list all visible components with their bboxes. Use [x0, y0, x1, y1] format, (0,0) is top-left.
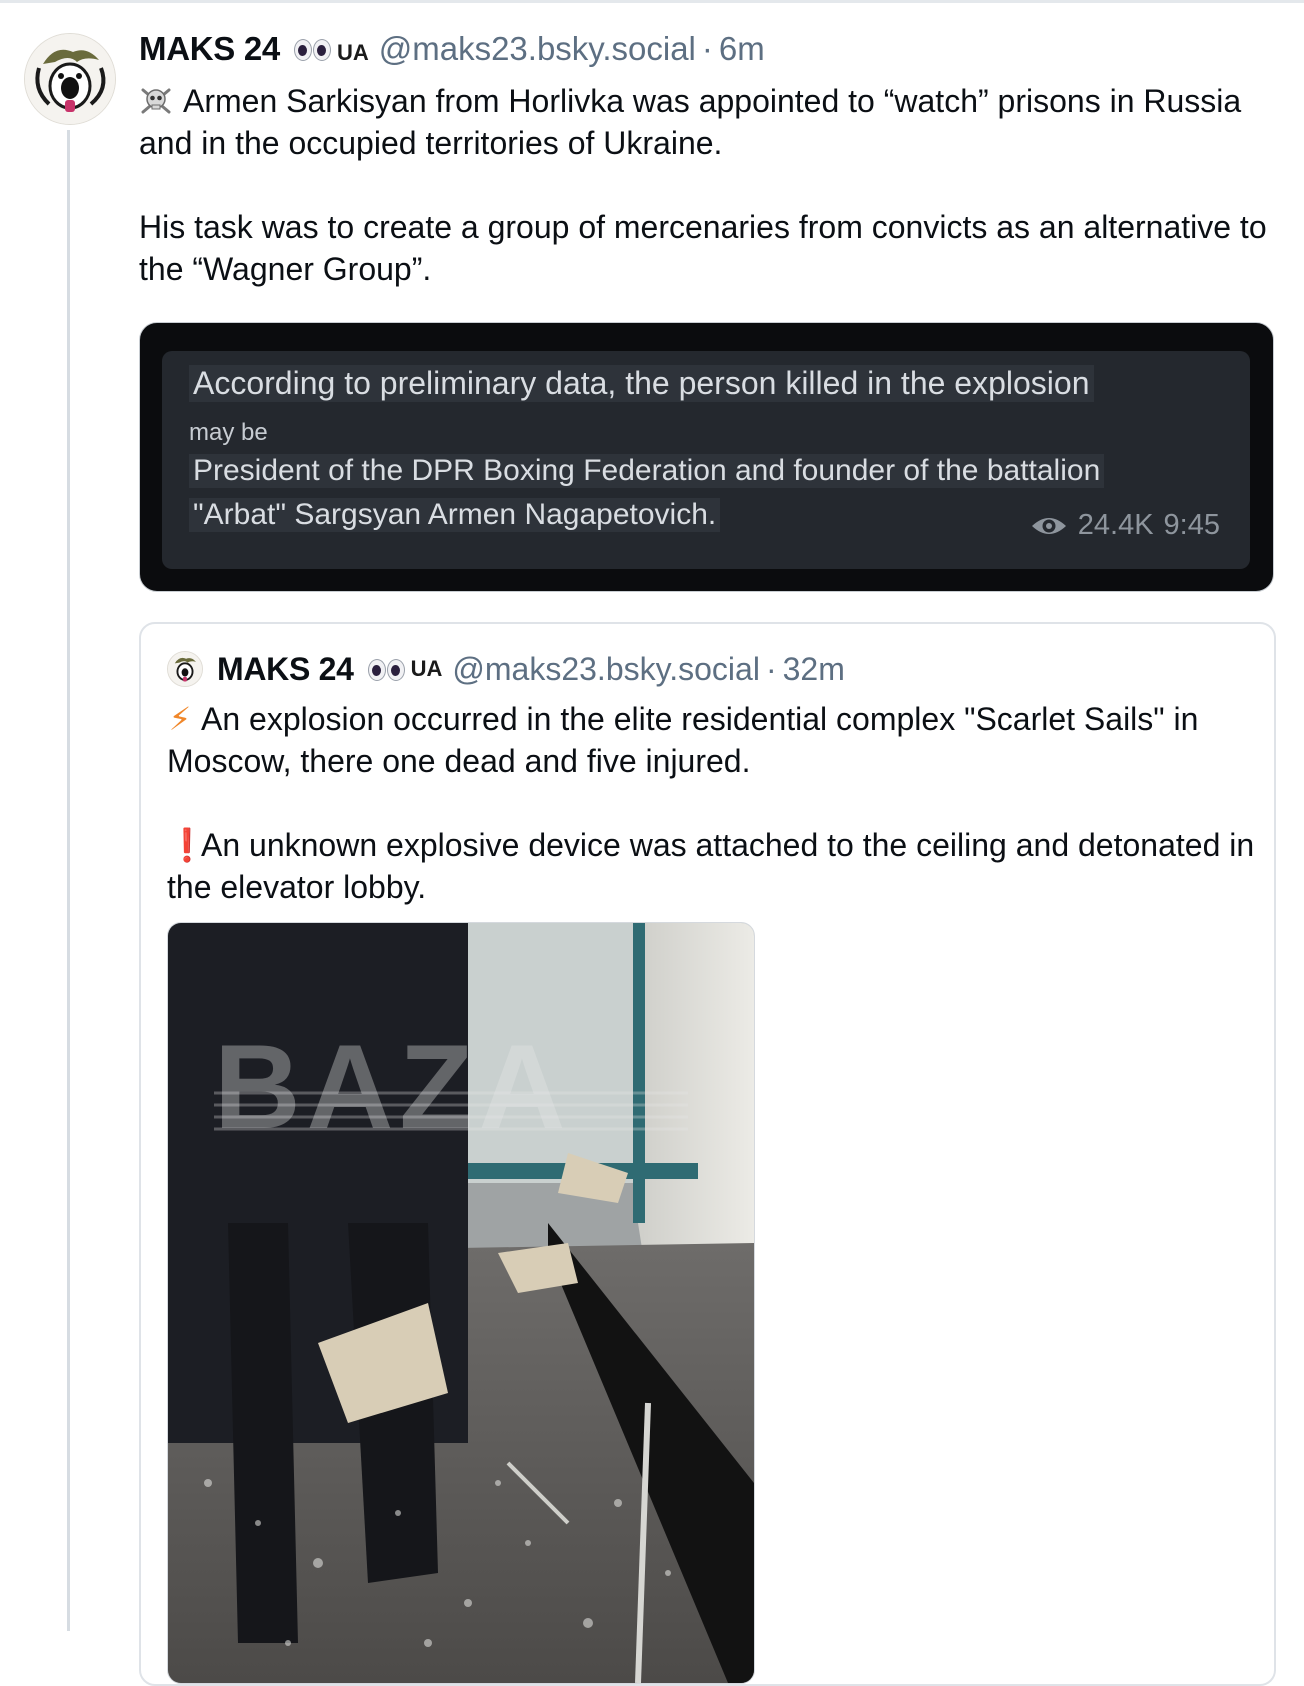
quoted-author-handle[interactable]: @maks23.bsky.social [452, 651, 760, 688]
quoted-post[interactable]: MAKS 24 UA @maks23.bsky.social · 32m ⚡ An… [139, 622, 1276, 1686]
quoted-avatar [167, 651, 203, 687]
quoted-flag-label: UA [410, 656, 443, 681]
author-name[interactable]: MAKS 24 [139, 30, 280, 68]
quoted-post-body: ⚡ An explosion occurred in the elite resi… [167, 698, 1257, 908]
post: MAKS 24 UA @maks23.bsky.social · 6m Arme… [139, 30, 1274, 290]
quoted-paragraph-1: ⚡ An explosion occurred in the elite resi… [167, 698, 1257, 782]
quoted-post-time[interactable]: 32m [783, 651, 845, 688]
view-count: 24.4K [1077, 509, 1154, 541]
elevator-lobby-photo: BAZA [168, 923, 754, 1683]
embedded-line-1: According to preliminary data, the perso… [189, 365, 1094, 402]
telegram-message-screenshot: According to preliminary data, the perso… [162, 351, 1250, 569]
post-header: MAKS 24 UA @maks23.bsky.social · 6m [139, 30, 1274, 80]
separator: · [701, 30, 713, 67]
top-divider [0, 0, 1304, 3]
embedded-image[interactable]: According to preliminary data, the perso… [139, 322, 1274, 592]
embedded-meta: 24.4K 9:45 [1030, 509, 1220, 542]
quoted-author-name[interactable]: MAKS 24 [217, 651, 354, 688]
message-time: 9:45 [1163, 509, 1220, 541]
lightning-bolt-icon: ⚡ [168, 701, 192, 737]
flag-label: UA [336, 40, 369, 65]
quoted-paragraph-2-text: An unknown explosive device was attached… [167, 827, 1255, 905]
avatar-image [25, 34, 115, 124]
post-paragraph-2: His task was to create a group of mercen… [139, 209, 1267, 287]
quoted-paragraph-1-text: An explosion occurred in the elite resid… [167, 701, 1199, 779]
thread-line [67, 130, 70, 1631]
embedded-line-2: may be [189, 419, 268, 446]
author-handle[interactable]: @maks23.bsky.social [379, 30, 696, 68]
post-paragraph-1-text: Armen Sarkisyan from Horlivka was appoin… [139, 83, 1242, 161]
skull-crossbones-icon [141, 88, 171, 114]
quoted-paragraph-2: ❗An unknown explosive device was attache… [167, 824, 1257, 908]
avatar[interactable] [24, 33, 116, 125]
quoted-post-photo[interactable]: BAZA [167, 922, 755, 1684]
post-paragraph-1: Armen Sarkisyan from Horlivka was appoin… [139, 80, 1274, 164]
photo-watermark: BAZA [214, 1020, 571, 1154]
quoted-avatar-image [168, 652, 202, 686]
view-count-eye-icon [1031, 517, 1066, 534]
post-time[interactable]: 6m [719, 30, 765, 68]
exclamation-icon: ❗ [167, 827, 207, 863]
embedded-line-4: "Arbat" Sargsyan Armen Nagapetovich. [189, 498, 721, 532]
quoted-eyes-emoji-icon [367, 659, 405, 681]
quoted-separator: · [765, 650, 777, 687]
eyes-emoji-icon [293, 39, 331, 61]
quoted-post-header: MAKS 24 UA @maks23.bsky.social · 32m [167, 644, 845, 694]
embedded-line-3: President of the DPR Boxing Federation a… [189, 454, 1105, 488]
